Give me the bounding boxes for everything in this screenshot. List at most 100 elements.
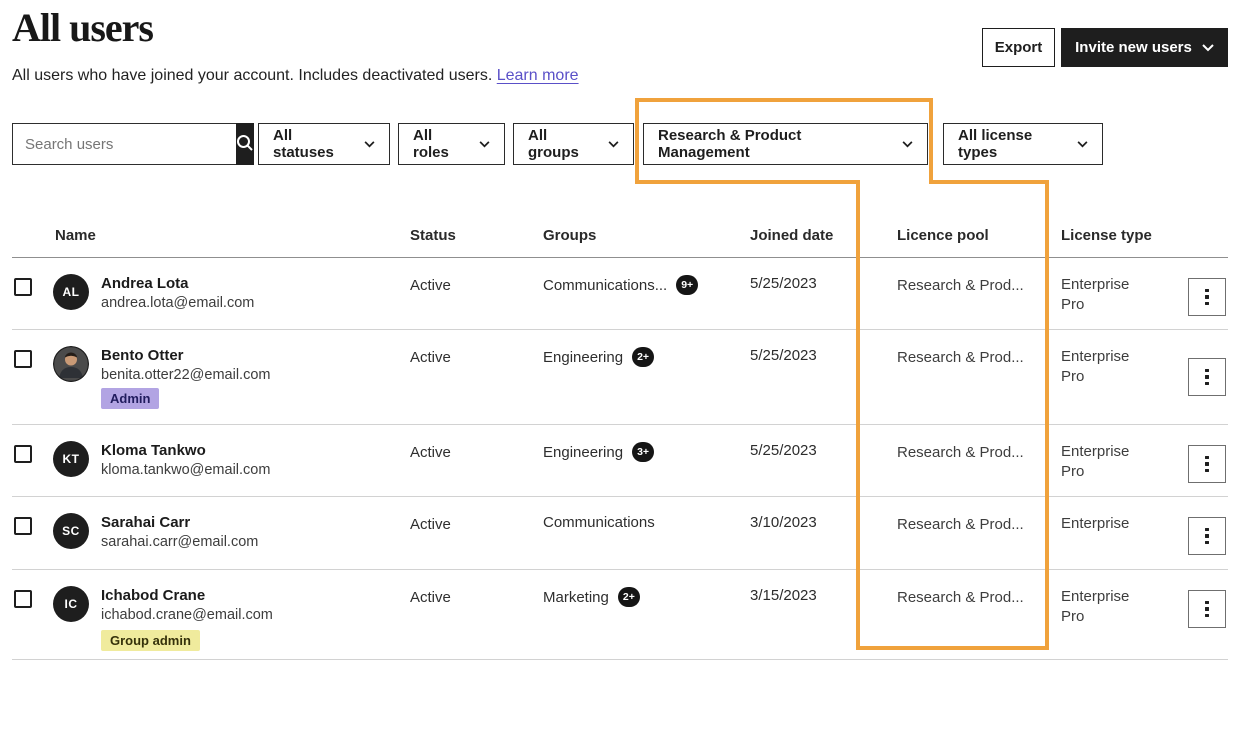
licence-pool-value: Research & Prod... — [897, 516, 1024, 533]
user-email: benita.otter22@email.com — [101, 367, 270, 383]
all-users-page: All users All users who have joined your… — [0, 0, 1244, 732]
licence-pool-value: Research & Prod... — [897, 444, 1024, 461]
filter-licence-pool[interactable]: Research & Product Management — [643, 123, 928, 165]
column-header-joined-date: Joined date — [750, 227, 833, 244]
status-value: Active — [410, 516, 451, 533]
joined-date-value: 5/25/2023 — [750, 347, 817, 364]
joined-date-value: 5/25/2023 — [750, 442, 817, 459]
row-divider — [12, 659, 1228, 660]
group-count-badge: 2+ — [632, 347, 654, 367]
status-value: Active — [410, 277, 451, 294]
row-checkbox[interactable] — [14, 350, 32, 368]
group-name: Communications — [543, 514, 655, 531]
status-value: Active — [410, 589, 451, 606]
license-type-value: Enterprise Pro — [1061, 347, 1147, 387]
export-button-label: Export — [995, 39, 1043, 56]
row-actions-kebab-button[interactable] — [1188, 590, 1226, 628]
avatar: IC — [53, 586, 89, 622]
column-header-license-type: License type — [1061, 227, 1152, 244]
chevron-down-icon — [479, 141, 490, 148]
status-value: Active — [410, 349, 451, 366]
groups-cell: Communications... 9+ — [543, 275, 698, 295]
column-header-status: Status — [410, 227, 456, 244]
filter-all-statuses-label: All statuses — [273, 127, 352, 161]
learn-more-link[interactable]: Learn more — [497, 67, 579, 84]
avatar: KT — [53, 441, 89, 477]
row-actions-kebab-button[interactable] — [1188, 358, 1226, 396]
filter-all-roles[interactable]: All roles — [398, 123, 505, 165]
licence-pool-value: Research & Prod... — [897, 349, 1024, 366]
user-email: kloma.tankwo@email.com — [101, 462, 270, 478]
chevron-down-icon — [1077, 141, 1088, 148]
chevron-down-icon — [1202, 39, 1214, 56]
filter-licence-pool-label: Research & Product Management — [658, 127, 890, 161]
page-subtitle: All users who have joined your account. … — [12, 67, 579, 85]
row-checkbox[interactable] — [14, 590, 32, 608]
licence-pool-value: Research & Prod... — [897, 589, 1024, 606]
avatar: SC — [53, 513, 89, 549]
chevron-down-icon — [608, 141, 619, 148]
user-email: ichabod.crane@email.com — [101, 607, 273, 623]
group-admin-badge: Group admin — [101, 630, 200, 651]
status-value: Active — [410, 444, 451, 461]
user-name: Kloma Tankwo — [101, 442, 206, 459]
group-count-badge: 3+ — [632, 442, 654, 462]
row-checkbox[interactable] — [14, 278, 32, 296]
license-type-value: Enterprise — [1061, 514, 1147, 534]
table-row: AL Andrea Lota andrea.lota@email.com Act… — [0, 258, 1244, 330]
column-header-name: Name — [55, 227, 96, 244]
group-name: Engineering — [543, 349, 623, 366]
joined-date-value: 3/15/2023 — [750, 587, 817, 604]
row-checkbox[interactable] — [14, 517, 32, 535]
column-header-licence-pool: Licence pool — [897, 227, 989, 244]
column-header-groups: Groups — [543, 227, 596, 244]
filter-all-groups-label: All groups — [528, 127, 596, 161]
user-email: andrea.lota@email.com — [101, 295, 254, 311]
licence-pool-value: Research & Prod... — [897, 277, 1024, 294]
table-row: KT Kloma Tankwo kloma.tankwo@email.com A… — [0, 425, 1244, 497]
group-name: Engineering — [543, 444, 623, 461]
table-row: Bento Otter benita.otter22@email.com Adm… — [0, 330, 1244, 425]
groups-cell: Engineering 3+ — [543, 442, 654, 462]
license-type-value: Enterprise Pro — [1061, 442, 1147, 482]
user-name: Andrea Lota — [101, 275, 189, 292]
license-type-value: Enterprise Pro — [1061, 275, 1147, 315]
avatar: AL — [53, 274, 89, 310]
avatar-photo — [53, 346, 89, 382]
filter-all-license-types[interactable]: All license types — [943, 123, 1103, 165]
user-name: Sarahai Carr — [101, 514, 190, 531]
chevron-down-icon — [902, 141, 913, 148]
user-name: Bento Otter — [101, 347, 184, 364]
groups-cell: Communications — [543, 514, 655, 531]
groups-cell: Marketing 2+ — [543, 587, 640, 607]
user-email: sarahai.carr@email.com — [101, 534, 258, 550]
row-actions-kebab-button[interactable] — [1188, 517, 1226, 555]
group-count-badge: 9+ — [676, 275, 698, 295]
search-users-box — [12, 123, 250, 165]
export-button[interactable]: Export — [982, 28, 1055, 67]
row-actions-kebab-button[interactable] — [1188, 278, 1226, 316]
filter-all-statuses[interactable]: All statuses — [258, 123, 390, 165]
license-type-value: Enterprise Pro — [1061, 587, 1147, 627]
invite-new-users-button[interactable]: Invite new users — [1061, 28, 1228, 67]
group-name: Communications... — [543, 277, 667, 294]
subtitle-text: All users who have joined your account. … — [12, 67, 492, 84]
filter-all-roles-label: All roles — [413, 127, 467, 161]
admin-badge: Admin — [101, 388, 159, 409]
search-icon — [236, 134, 254, 155]
group-name: Marketing — [543, 589, 609, 606]
invite-button-label: Invite new users — [1075, 39, 1192, 56]
table-row: SC Sarahai Carr sarahai.carr@email.com A… — [0, 497, 1244, 570]
chevron-down-icon — [364, 141, 375, 148]
search-input[interactable] — [13, 124, 236, 164]
row-checkbox[interactable] — [14, 445, 32, 463]
user-name: Ichabod Crane — [101, 587, 205, 604]
table-row: IC Ichabod Crane ichabod.crane@email.com… — [0, 570, 1244, 660]
row-actions-kebab-button[interactable] — [1188, 445, 1226, 483]
filter-all-license-types-label: All license types — [958, 127, 1065, 161]
filter-all-groups[interactable]: All groups — [513, 123, 634, 165]
joined-date-value: 3/10/2023 — [750, 514, 817, 531]
page-title: All users — [12, 4, 153, 51]
search-button[interactable] — [236, 123, 254, 165]
group-count-badge: 2+ — [618, 587, 640, 607]
